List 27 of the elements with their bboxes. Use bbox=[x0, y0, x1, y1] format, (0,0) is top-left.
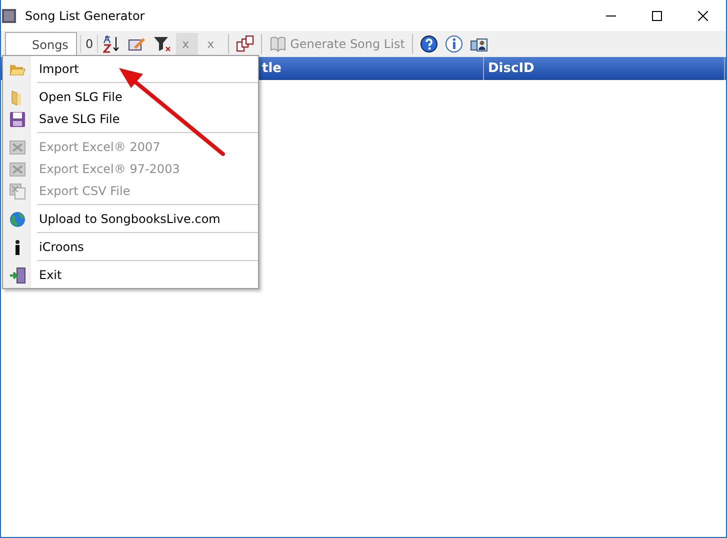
menu-item[interactable]: Exit bbox=[3, 264, 258, 286]
app-icon bbox=[1, 8, 17, 24]
songs-tab[interactable]: Songs bbox=[5, 32, 78, 56]
spreadsheet-icon bbox=[8, 138, 26, 156]
menu-item[interactable]: Upload to SongbooksLive.com bbox=[3, 208, 258, 230]
spreadsheet-icon bbox=[8, 182, 26, 200]
window-title: Song List Generator bbox=[25, 8, 145, 24]
exit-icon bbox=[8, 266, 26, 284]
spreadsheet-icon bbox=[8, 160, 26, 178]
song-count: 0 bbox=[80, 35, 98, 53]
info-icon bbox=[444, 35, 463, 53]
numbering-icon bbox=[236, 35, 254, 53]
info-button[interactable] bbox=[442, 33, 465, 55]
maximize-icon bbox=[652, 10, 662, 20]
info-icon bbox=[14, 238, 20, 256]
globe-icon bbox=[8, 210, 26, 228]
filter-icon bbox=[153, 35, 172, 53]
save-icon bbox=[8, 110, 26, 128]
menu-item[interactable]: Open SLG File bbox=[3, 86, 258, 108]
close-icon bbox=[698, 10, 708, 20]
menu-item[interactable]: Save SLG File bbox=[3, 108, 258, 130]
help-icon bbox=[420, 35, 438, 53]
book-icon bbox=[269, 35, 288, 53]
sort-icon bbox=[103, 35, 122, 53]
edit-icon bbox=[128, 35, 146, 53]
help-button[interactable] bbox=[418, 33, 440, 55]
menu-item[interactable]: iCroons bbox=[3, 236, 258, 258]
